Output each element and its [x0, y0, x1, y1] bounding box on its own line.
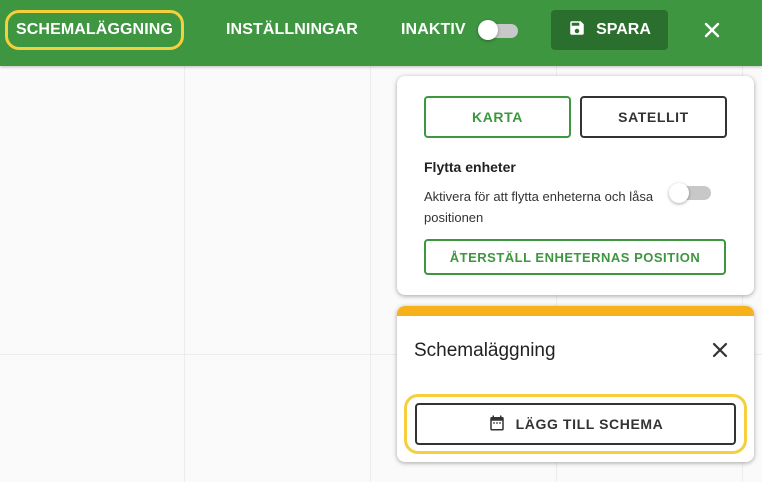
map-view-button[interactable]: KARTA [424, 96, 571, 138]
scheduling-panel: Schemaläggning LÄGG TILL SCHEMA [397, 306, 754, 462]
move-units-toggle[interactable] [669, 183, 715, 205]
inactive-label: INAKTIV [401, 21, 466, 38]
tab-scheduling-label: SCHEMALÄGGNING [16, 21, 173, 38]
tab-settings-label: INSTÄLLNINGAR [226, 21, 358, 38]
map-options-card: KARTA SATELLIT Flytta enheter Aktivera f… [397, 76, 754, 295]
satellite-view-button[interactable]: SATELLIT [580, 96, 727, 138]
save-button-label: SPARA [596, 21, 651, 38]
inactive-toggle[interactable] [478, 20, 520, 40]
tab-scheduling[interactable]: SCHEMALÄGGNING [5, 10, 184, 50]
save-button[interactable]: SPARA [551, 10, 668, 50]
add-schedule-label: LÄGG TILL SCHEMA [515, 416, 664, 432]
move-units-toggle-knob [669, 183, 689, 203]
calendar-icon [488, 414, 506, 435]
tab-settings[interactable]: INSTÄLLNINGAR [226, 0, 358, 60]
scheduling-panel-title: Schemaläggning [414, 340, 556, 361]
move-units-title: Flytta enheter [424, 159, 516, 175]
floppy-disk-icon [568, 19, 586, 42]
panel-accent-bar [397, 306, 754, 316]
close-icon[interactable] [700, 18, 724, 42]
add-schedule-button[interactable]: LÄGG TILL SCHEMA [415, 403, 736, 445]
move-units-description: Aktivera för att flytta enheterna och lå… [424, 189, 654, 225]
inactive-toggle-knob [478, 20, 498, 40]
top-toolbar: SCHEMALÄGGNING INSTÄLLNINGAR INAKTIV SPA… [0, 0, 762, 66]
reset-unit-positions-button[interactable]: ÅTERSTÄLL ENHETERNAS POSITION [424, 239, 726, 275]
add-schedule-highlight: LÄGG TILL SCHEMA [404, 394, 747, 454]
close-icon[interactable] [708, 338, 732, 362]
